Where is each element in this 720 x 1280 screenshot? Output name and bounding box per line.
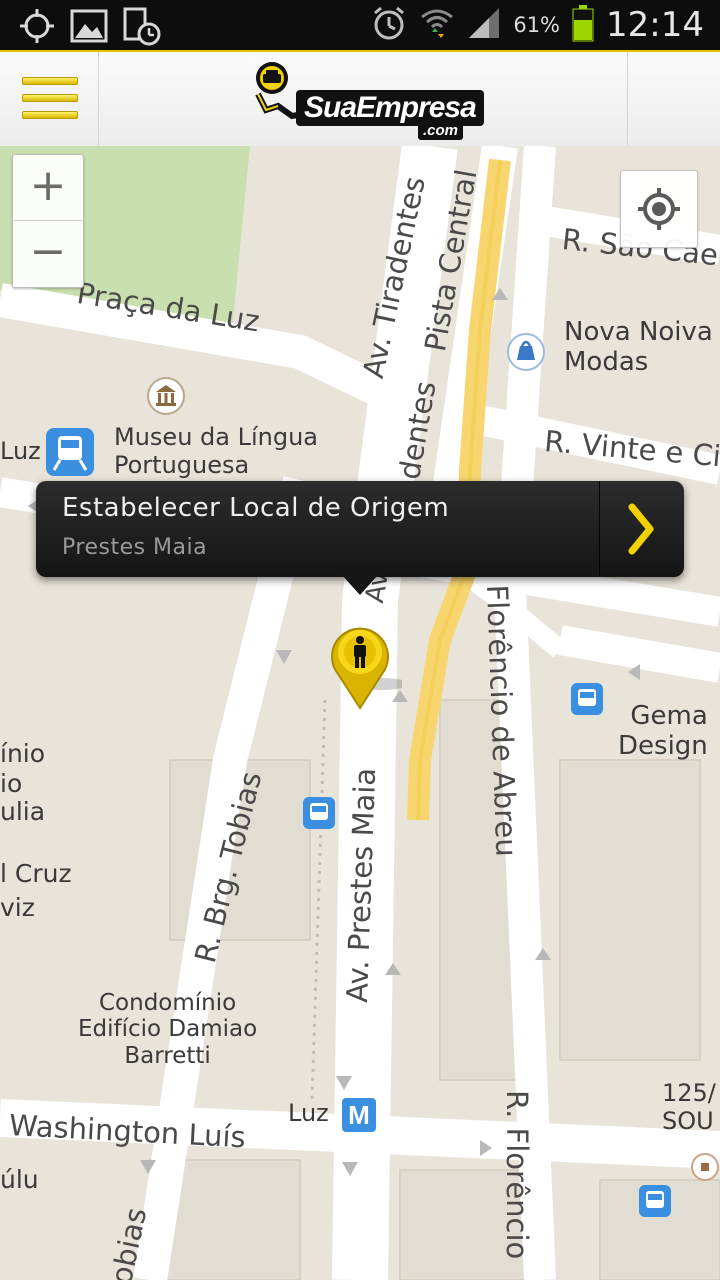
place-label: Museu da Língua Portuguesa xyxy=(114,423,318,479)
person-pin-icon xyxy=(331,627,410,710)
place-label: Luz xyxy=(288,1099,329,1127)
zoom-controls: + − xyxy=(12,154,84,288)
train-station-icon xyxy=(46,428,94,476)
poi-dot-icon xyxy=(691,1153,719,1181)
callout-subtitle: Prestes Maia xyxy=(62,535,208,560)
screenshot-icon xyxy=(122,6,162,50)
place-label: úlu xyxy=(0,1165,39,1194)
place-label: Nova Noiva Modas xyxy=(564,317,713,377)
bus-stop-icon xyxy=(303,797,335,829)
signal-icon xyxy=(467,6,501,44)
place-label: io xyxy=(0,769,23,798)
chevron-right-icon xyxy=(628,503,654,555)
app-bar: SuaEmpresa .com xyxy=(0,50,720,146)
shopping-icon xyxy=(507,333,545,371)
brand-domain: .com xyxy=(418,122,464,140)
alarm-icon xyxy=(371,4,407,46)
confirm-origin-button[interactable] xyxy=(599,481,684,577)
battery-icon xyxy=(572,4,594,46)
zoom-out-button[interactable]: − xyxy=(13,221,83,286)
zoom-in-button[interactable]: + xyxy=(13,155,83,221)
map-view[interactable]: M Praça da Luz Av. Tiradentes Pista Cent… xyxy=(0,146,720,1280)
origin-callout[interactable]: Estabelecer Local de Origem Prestes Maia xyxy=(36,481,684,595)
my-location-button[interactable] xyxy=(620,170,698,248)
metro-icon: M xyxy=(340,1096,378,1134)
status-bar: 61% 12:14 xyxy=(0,0,720,50)
place-label: ínio xyxy=(0,739,46,768)
street-label: R. Florêncio xyxy=(500,1090,534,1260)
brand-logo: SuaEmpresa .com xyxy=(252,58,484,144)
place-label: l Cruz xyxy=(0,859,72,888)
place-label: ulia xyxy=(0,797,46,826)
menu-button[interactable] xyxy=(0,52,99,146)
callout-title: Estabelecer Local de Origem xyxy=(62,493,450,523)
wifi-icon xyxy=(419,4,455,46)
location-pin[interactable] xyxy=(318,612,410,712)
crosshair-icon xyxy=(638,188,680,230)
gps-icon xyxy=(18,7,56,49)
place-label: 125/ SOU xyxy=(662,1079,716,1135)
appbar-right-slot xyxy=(627,52,720,146)
place-label: viz xyxy=(0,893,35,922)
clock: 12:14 xyxy=(606,5,704,45)
gallery-icon xyxy=(70,8,108,48)
place-label: Condomínio Edifício Damiao Barretti xyxy=(78,990,258,1069)
place-label: Gema Design xyxy=(618,701,708,761)
museum-icon xyxy=(147,377,185,415)
brand-name: SuaEmpresa xyxy=(296,90,484,126)
place-label: Luz xyxy=(0,437,41,465)
bus-stop-icon xyxy=(571,683,603,715)
battery-percent: 61% xyxy=(513,13,561,37)
bus-stop-icon xyxy=(639,1185,671,1217)
callout-pointer xyxy=(342,575,378,595)
